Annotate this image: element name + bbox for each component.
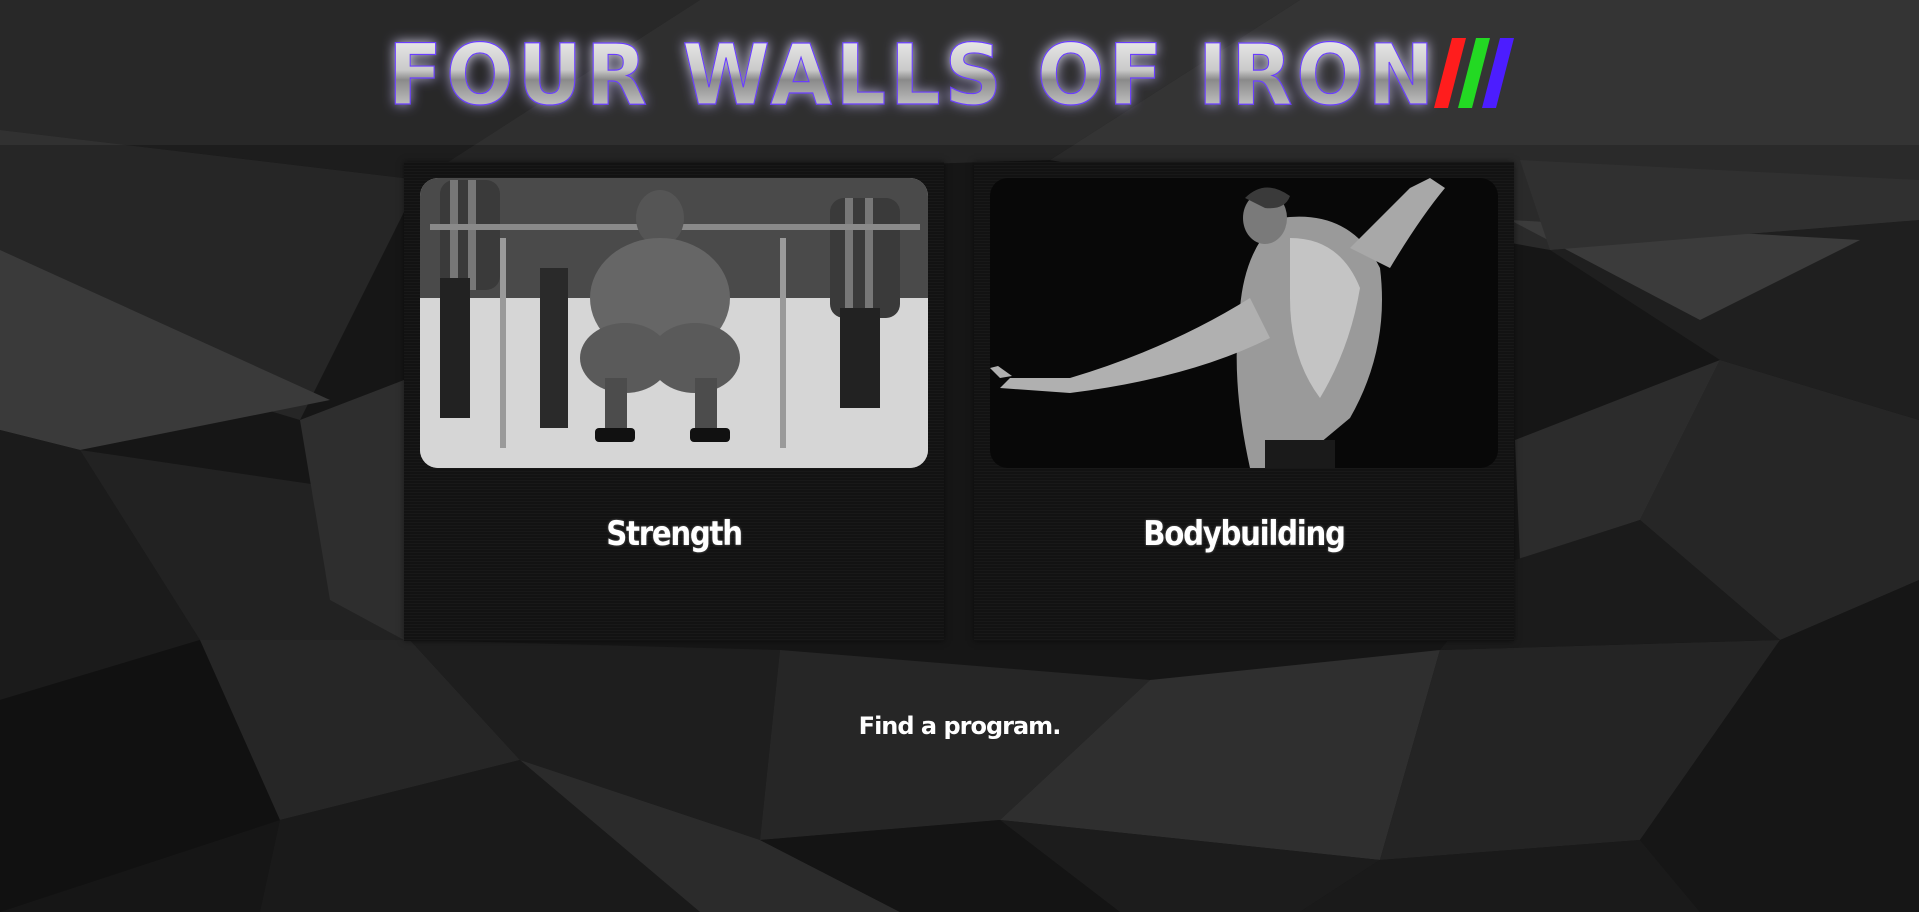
site-title: FOUR WALLS OF IRON [388, 26, 1438, 124]
squat-lift-photo [420, 178, 928, 468]
site-logo[interactable]: FOUR WALLS OF IRON [387, 22, 1528, 125]
card-title-strength[interactable]: Strength [442, 514, 906, 554]
find-program-tagline: Find a program. [858, 712, 1062, 740]
program-card-bodybuilding[interactable]: Bodybuilding [974, 162, 1514, 641]
card-title-bodybuilding[interactable]: Bodybuilding [1012, 514, 1476, 554]
tricolor-slashes-icon [1434, 38, 1514, 108]
bodybuilder-pose-photo [990, 178, 1498, 468]
program-card-strength[interactable]: Strength [404, 162, 944, 641]
